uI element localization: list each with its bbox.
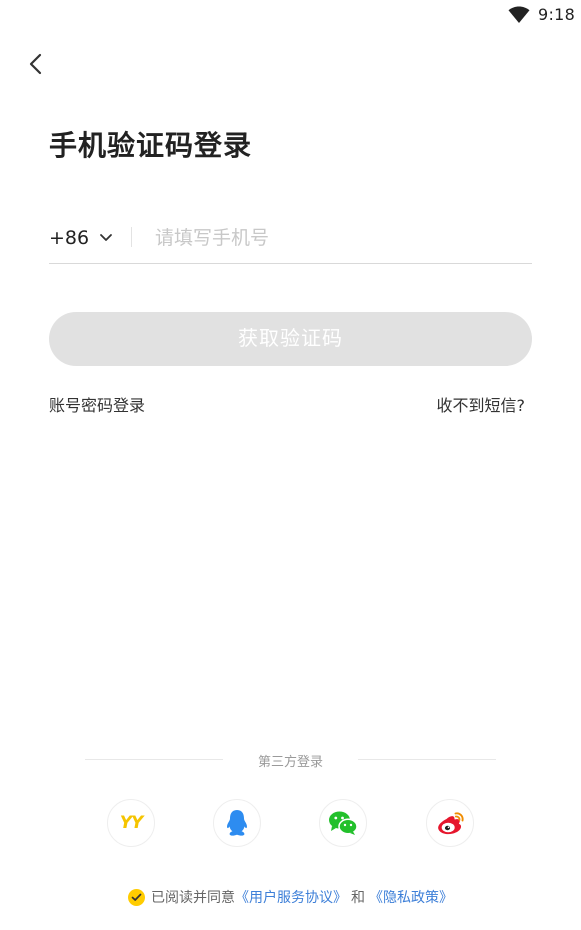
qq-login-button[interactable] bbox=[213, 799, 261, 847]
status-time: 9:18 bbox=[538, 5, 576, 24]
yy-login-button[interactable]: YY bbox=[107, 799, 155, 847]
terms-link[interactable]: 《用户服务协议》 bbox=[235, 887, 347, 907]
phone-field-row: +86 bbox=[49, 214, 532, 264]
weibo-icon bbox=[438, 812, 464, 835]
agreement-row: 已阅读并同意 《用户服务协议》 和 《隐私政策》 bbox=[0, 887, 581, 907]
get-code-button[interactable]: 获取验证码 bbox=[49, 312, 532, 366]
status-bar: 9:18 bbox=[0, 0, 581, 32]
third-party-divider: 第三方登录 bbox=[85, 749, 496, 771]
chevron-down-icon bbox=[100, 234, 113, 241]
agreement-prefix: 已阅读并同意 bbox=[151, 890, 235, 906]
chevron-left-icon bbox=[29, 53, 42, 75]
divider-line-right bbox=[358, 759, 496, 760]
page-title: 手机验证码登录 bbox=[49, 129, 253, 162]
wechat-icon bbox=[329, 811, 358, 835]
wechat-login-button[interactable] bbox=[319, 799, 367, 847]
qq-penguin-icon bbox=[227, 810, 247, 836]
privacy-link[interactable]: 《隐私政策》 bbox=[369, 887, 453, 907]
password-login-link[interactable]: 账号密码登录 bbox=[49, 392, 145, 416]
field-divider bbox=[131, 227, 132, 247]
back-button[interactable] bbox=[24, 50, 50, 78]
check-icon bbox=[131, 893, 142, 901]
agreement-checkbox[interactable] bbox=[128, 888, 145, 906]
agreement-and: 和 bbox=[351, 890, 365, 906]
phone-input[interactable] bbox=[155, 220, 525, 256]
third-party-label: 第三方登录 bbox=[257, 755, 323, 770]
weibo-login-button[interactable] bbox=[426, 799, 474, 847]
country-code: +86 bbox=[49, 227, 90, 249]
country-code-selector[interactable]: +86 bbox=[49, 224, 113, 252]
yy-icon: YY bbox=[119, 813, 144, 833]
wifi-icon bbox=[508, 6, 530, 23]
no-sms-link[interactable]: 收不到短信? bbox=[437, 392, 526, 416]
